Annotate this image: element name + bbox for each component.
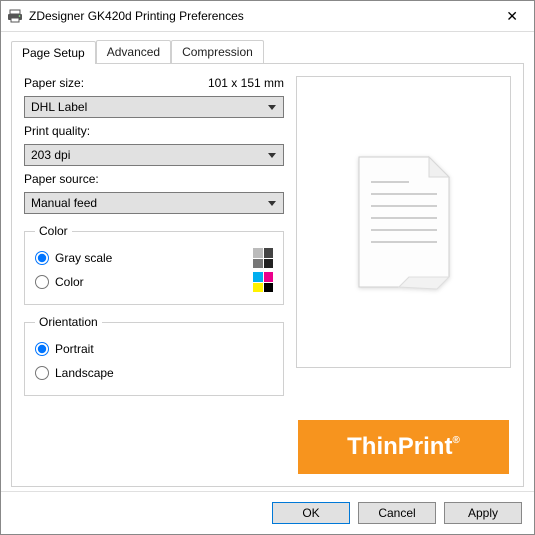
dialog-body: Page Setup Advanced Compression Paper si… — [1, 32, 534, 491]
dialog-footer: OK Cancel Apply — [1, 491, 534, 534]
thinprint-logo: ThinPrint® — [298, 420, 509, 474]
color-option[interactable]: Color — [35, 275, 84, 289]
color-swatch-icon — [253, 272, 273, 292]
tab-compression[interactable]: Compression — [171, 40, 264, 63]
cancel-button[interactable]: Cancel — [358, 502, 436, 524]
orientation-legend: Orientation — [35, 315, 102, 329]
color-label: Color — [55, 275, 84, 289]
logo-text: ThinPrint® — [347, 433, 460, 461]
preview-column: ThinPrint® — [296, 76, 511, 474]
grayscale-swatch-icon — [253, 248, 273, 268]
landscape-radio[interactable] — [35, 366, 49, 380]
document-icon — [349, 152, 459, 292]
gray-scale-option[interactable]: Gray scale — [35, 251, 112, 265]
window-title: ZDesigner GK420d Printing Preferences — [29, 9, 496, 23]
paper-source-label: Paper source: — [24, 172, 284, 186]
gray-scale-label: Gray scale — [55, 251, 112, 265]
tab-panel: Paper size: 101 x 151 mm DHL Label Print… — [11, 63, 524, 487]
color-legend: Color — [35, 224, 72, 238]
print-quality-label: Print quality: — [24, 124, 284, 138]
paper-size-label: Paper size: — [24, 76, 84, 90]
paper-size-select[interactable]: DHL Label — [24, 96, 284, 118]
landscape-label: Landscape — [55, 366, 114, 380]
print-quality-select[interactable]: 203 dpi — [24, 144, 284, 166]
color-group: Color Gray scale Color — [24, 224, 284, 305]
color-radio[interactable] — [35, 275, 49, 289]
gray-scale-radio[interactable] — [35, 251, 49, 265]
page-preview — [296, 76, 511, 368]
tab-strip: Page Setup Advanced Compression — [11, 40, 524, 63]
printer-icon — [7, 8, 23, 24]
title-bar: ZDesigner GK420d Printing Preferences ✕ — [1, 1, 534, 32]
settings-column: Paper size: 101 x 151 mm DHL Label Print… — [24, 76, 284, 474]
portrait-label: Portrait — [55, 342, 94, 356]
orientation-group: Orientation Portrait Landscape — [24, 315, 284, 396]
close-button[interactable]: ✕ — [496, 4, 528, 29]
dialog-window: ZDesigner GK420d Printing Preferences ✕ … — [0, 0, 535, 535]
landscape-option[interactable]: Landscape — [35, 366, 114, 380]
paper-source-select[interactable]: Manual feed — [24, 192, 284, 214]
apply-button[interactable]: Apply — [444, 502, 522, 524]
portrait-radio[interactable] — [35, 342, 49, 356]
paper-dimensions: 101 x 151 mm — [208, 76, 284, 90]
tab-advanced[interactable]: Advanced — [96, 40, 171, 63]
portrait-option[interactable]: Portrait — [35, 342, 94, 356]
tab-page-setup[interactable]: Page Setup — [11, 41, 96, 64]
ok-button[interactable]: OK — [272, 502, 350, 524]
